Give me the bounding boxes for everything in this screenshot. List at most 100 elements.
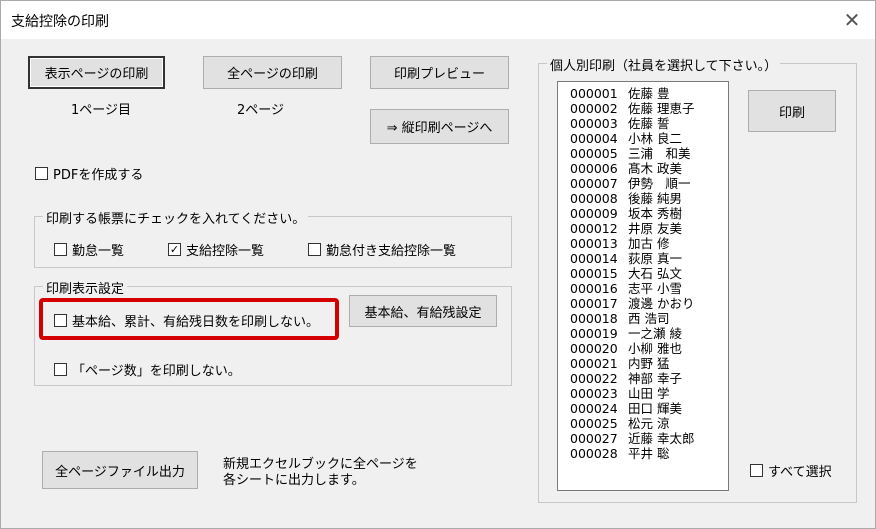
employee-code: 000002: [570, 101, 618, 116]
list-item[interactable]: 000028 平井 聡: [570, 446, 728, 461]
employee-code: 000003: [570, 116, 618, 131]
employee-name: 志平 小雪: [628, 281, 682, 296]
select-all-checkbox[interactable]: すべて選択: [750, 461, 832, 480]
window-title: 支給控除の印刷: [11, 14, 109, 30]
total-pages-label: 2ページ: [237, 103, 285, 118]
list-item[interactable]: 000009 坂本 秀樹: [570, 206, 728, 221]
display-setting-legend: 印刷表示設定: [43, 278, 128, 297]
employee-name: 小林 良二: [628, 131, 682, 146]
employee-name: 三浦 和美: [628, 146, 691, 161]
list-item[interactable]: 000025 松元 涼: [570, 416, 728, 431]
employee-code: 000024: [570, 401, 618, 416]
employee-name: 佐藤 豊: [628, 86, 670, 101]
list-item[interactable]: 000003 佐藤 誓: [570, 116, 728, 131]
employee-code: 000027: [570, 431, 618, 446]
close-icon[interactable]: ✕: [837, 7, 867, 33]
list-item[interactable]: 000022 神部 幸子: [570, 371, 728, 386]
deduction-list-label: 支給控除一覧: [186, 244, 265, 259]
employee-code: 000012: [570, 221, 618, 236]
print-current-page-button[interactable]: 表示ページの印刷: [28, 56, 165, 89]
employee-name: 田口 輝美: [628, 401, 682, 416]
employee-code: 000016: [570, 281, 618, 296]
hide-page-number-checkbox[interactable]: 「ページ数」を印刷しない。: [54, 360, 241, 379]
attendance-list-label: 勤怠一覧: [72, 244, 125, 259]
list-item[interactable]: 000019 一之瀬 綾: [570, 326, 728, 341]
pdf-checkbox-label: PDFを作成する: [53, 168, 144, 183]
employee-code: 000015: [570, 266, 618, 281]
employee-name: 井原 友美: [628, 221, 682, 236]
employee-listbox[interactable]: 000001 佐藤 豊 000002 佐藤 理恵子 000003 佐藤 誓 000004 小林…: [557, 81, 729, 491]
employee-name: 松元 涼: [628, 416, 670, 431]
employee-name: 小柳 雅也: [628, 341, 682, 356]
hide-base-pay-checkbox[interactable]: 基本給、累計、有給残日数を印刷しない。: [54, 311, 319, 330]
employee-code: 000023: [570, 386, 618, 401]
hide-page-number-label: 「ページ数」を印刷しない。: [72, 364, 241, 379]
print-preview-button[interactable]: 印刷プレビュー: [370, 56, 509, 89]
export-description-line2: 各シートに出力します。: [223, 473, 365, 488]
check-mark-icon[interactable]: ✓: [168, 243, 181, 256]
individual-print-button[interactable]: 印刷: [748, 90, 836, 132]
employee-code: 000001: [570, 86, 618, 101]
vertical-print-button[interactable]: ⇒ 縦印刷ページへ: [370, 109, 509, 144]
checkbox-box[interactable]: [308, 243, 321, 256]
form-select-legend: 印刷する帳票にチェックを入れてください。: [43, 208, 309, 227]
list-item[interactable]: 000013 加古 修: [570, 236, 728, 251]
list-item[interactable]: 000023 山田 学: [570, 386, 728, 401]
employee-code: 000007: [570, 176, 618, 191]
employee-code: 000018: [570, 311, 618, 326]
pdf-checkbox[interactable]: PDFを作成する: [35, 164, 143, 183]
list-item[interactable]: 000008 後藤 純男: [570, 191, 728, 206]
print-all-pages-button[interactable]: 全ページの印刷: [203, 56, 342, 89]
title-bar: 支給控除の印刷 ✕: [1, 1, 875, 39]
list-item[interactable]: 000027 近藤 幸太郎: [570, 431, 728, 446]
hide-base-pay-label: 基本給、累計、有給残日数を印刷しない。: [72, 315, 320, 330]
checkbox-box[interactable]: [54, 243, 67, 256]
employee-code: 000028: [570, 446, 618, 461]
employee-name: 山田 学: [628, 386, 670, 401]
employee-code: 000022: [570, 371, 618, 386]
employee-code: 000005: [570, 146, 618, 161]
list-item[interactable]: 000014 荻原 真一: [570, 251, 728, 266]
list-item[interactable]: 000001 佐藤 豊: [570, 86, 728, 101]
employee-code: 000013: [570, 236, 618, 251]
print-dialog: 支給控除の印刷 ✕ 表示ページの印刷 全ページの印刷 印刷プレビュー ⇒ 縦印刷…: [0, 0, 876, 529]
employee-name: 内野 猛: [628, 356, 670, 371]
list-item[interactable]: 000002 佐藤 理恵子: [570, 101, 728, 116]
list-item[interactable]: 000004 小林 良二: [570, 131, 728, 146]
current-page-label: 1ページ目: [71, 103, 132, 118]
employee-name: 渡邊 かおり: [628, 296, 695, 311]
employee-name: 一之瀬 綾: [628, 326, 682, 341]
base-pay-setting-button[interactable]: 基本給、有給残設定: [349, 295, 497, 327]
employee-name: 平井 聡: [628, 446, 670, 461]
employee-name: 伊勢 順一: [628, 176, 691, 191]
list-item[interactable]: 000018 西 浩司: [570, 311, 728, 326]
checkbox-box[interactable]: [750, 464, 763, 477]
list-item[interactable]: 000016 志平 小雪: [570, 281, 728, 296]
checkbox-box[interactable]: [54, 314, 67, 327]
attendance-deduction-list-label: 勤怠付き支給控除一覧: [326, 244, 457, 259]
list-item[interactable]: 000015 大石 弘文: [570, 266, 728, 281]
list-item[interactable]: 000005 三浦 和美: [570, 146, 728, 161]
list-item[interactable]: 000021 内野 猛: [570, 356, 728, 371]
employee-name: 髙木 政美: [628, 161, 682, 176]
list-item[interactable]: 000006 髙木 政美: [570, 161, 728, 176]
export-all-pages-button[interactable]: 全ページファイル出力: [42, 451, 198, 489]
employee-name: 後藤 純男: [628, 191, 682, 206]
attendance-list-checkbox[interactable]: 勤怠一覧: [54, 240, 124, 259]
list-item[interactable]: 000007 伊勢 順一: [570, 176, 728, 191]
list-item[interactable]: 000012 井原 友美: [570, 221, 728, 236]
employee-code: 000021: [570, 356, 618, 371]
list-item[interactable]: 000017 渡邊 かおり: [570, 296, 728, 311]
checkbox-box[interactable]: [54, 363, 67, 376]
employee-code: 000025: [570, 416, 618, 431]
employee-code: 000019: [570, 326, 618, 341]
list-item[interactable]: 000020 小柳 雅也: [570, 341, 728, 356]
deduction-list-checkbox[interactable]: ✓ 支給控除一覧: [168, 240, 264, 259]
employee-name: 神部 幸子: [628, 371, 682, 386]
attendance-deduction-list-checkbox[interactable]: 勤怠付き支給控除一覧: [308, 240, 456, 259]
employee-code: 000020: [570, 341, 618, 356]
list-item[interactable]: 000024 田口 輝美: [570, 401, 728, 416]
employee-code: 000014: [570, 251, 618, 266]
employee-name: 荻原 真一: [628, 251, 682, 266]
checkbox-box[interactable]: [35, 167, 48, 180]
